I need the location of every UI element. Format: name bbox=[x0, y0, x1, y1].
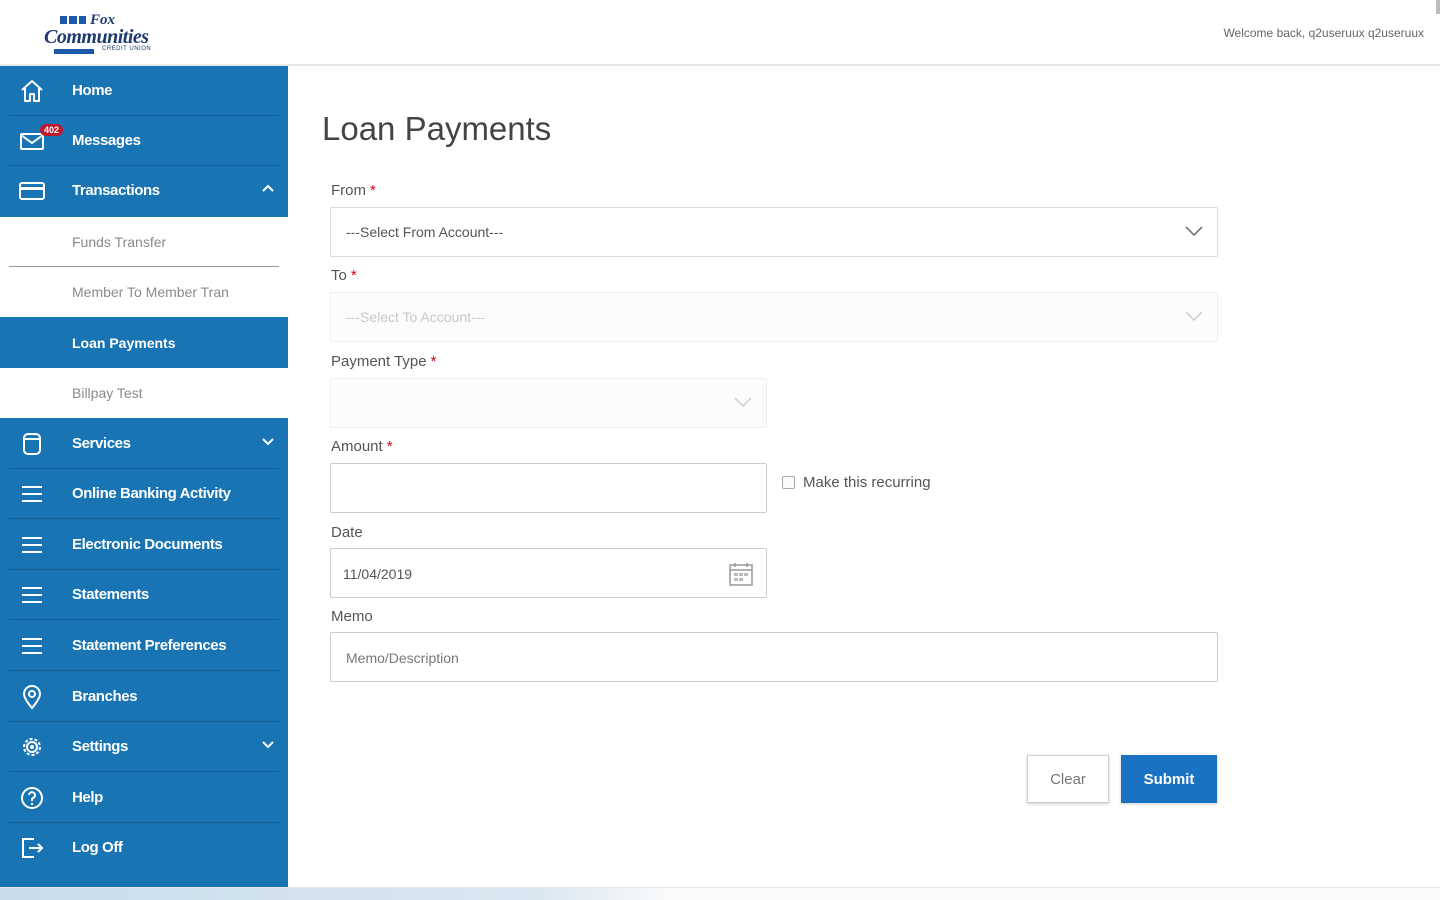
memo-label-text: Memo bbox=[331, 608, 373, 625]
divider bbox=[9, 771, 279, 772]
sidebar-subitem-label: Loan Payments bbox=[72, 335, 176, 351]
sidebar-item-statements[interactable]: Statements bbox=[0, 570, 288, 620]
sidebar-item-label: Services bbox=[72, 435, 131, 452]
menu-lines-icon bbox=[18, 481, 46, 507]
required-mark: * bbox=[350, 267, 357, 284]
chevron-down-icon bbox=[734, 397, 752, 408]
chevron-down-icon bbox=[1185, 226, 1203, 237]
sidebar-item-label: Home bbox=[72, 82, 113, 99]
sidebar-nav: Home 402 Messages Transactions Funds Tra… bbox=[0, 66, 288, 887]
amount-input[interactable] bbox=[330, 463, 767, 513]
chevron-down-icon bbox=[262, 438, 274, 446]
sidebar-item-label: Messages bbox=[72, 132, 141, 149]
sidebar-item-label: Statement Preferences bbox=[72, 637, 227, 654]
sidebar-subitem-member-to-member[interactable]: Member To Member Tran bbox=[0, 267, 288, 317]
sidebar-item-transactions[interactable]: Transactions bbox=[0, 166, 288, 216]
scrollbar-thumb[interactable] bbox=[0, 888, 670, 900]
amount-label: Amount * bbox=[331, 438, 393, 455]
required-mark: * bbox=[386, 438, 393, 455]
main-content: Loan Payments From * ---Select From Accou… bbox=[290, 68, 1440, 887]
chevron-down-icon bbox=[1185, 311, 1203, 322]
sidebar-item-log-off[interactable]: Log Off bbox=[0, 823, 288, 873]
recurring-checkbox[interactable] bbox=[782, 476, 795, 489]
sidebar-subitem-funds-transfer[interactable]: Funds Transfer bbox=[0, 217, 288, 267]
menu-lines-icon bbox=[18, 633, 46, 659]
logo-block bbox=[54, 49, 94, 54]
required-mark: * bbox=[430, 353, 437, 370]
from-label: From * bbox=[331, 182, 376, 199]
sidebar-item-online-banking-activity[interactable]: Online Banking Activity bbox=[0, 469, 288, 519]
amount-label-text: Amount bbox=[331, 438, 383, 455]
payment-type-label: Payment Type * bbox=[331, 353, 436, 370]
submit-button[interactable]: Submit bbox=[1121, 755, 1217, 803]
payment-type-label-text: Payment Type bbox=[331, 353, 427, 370]
sidebar-item-label: Online Banking Activity bbox=[72, 485, 231, 502]
sidebar-item-messages[interactable]: 402 Messages bbox=[0, 116, 288, 166]
from-account-placeholder: ---Select From Account--- bbox=[346, 224, 504, 240]
sidebar-subitem-billpay-test[interactable]: Billpay Test bbox=[0, 368, 288, 418]
to-account-placeholder: ---Select To Account--- bbox=[346, 309, 486, 325]
question-icon bbox=[18, 785, 46, 811]
from-account-select[interactable]: ---Select From Account--- bbox=[330, 207, 1218, 257]
memo-placeholder: Memo/Description bbox=[346, 650, 459, 666]
to-label: To * bbox=[331, 267, 357, 284]
page-title: Loan Payments bbox=[322, 110, 552, 147]
sidebar-item-label: Branches bbox=[72, 688, 138, 705]
sidebar-item-label: Log Off bbox=[72, 839, 123, 856]
divider bbox=[9, 518, 279, 519]
sidebar-item-label: Settings bbox=[72, 738, 128, 755]
sidebar-item-label: Electronic Documents bbox=[72, 536, 223, 553]
home-icon bbox=[18, 78, 46, 104]
sidebar-item-statement-preferences[interactable]: Statement Preferences bbox=[0, 621, 288, 671]
sidebar-subitem-label: Billpay Test bbox=[72, 385, 143, 401]
logout-icon bbox=[18, 835, 46, 861]
sidebar-subitem-label: Funds Transfer bbox=[72, 234, 167, 250]
bottom-scrollbar[interactable] bbox=[0, 887, 1440, 900]
gear-icon bbox=[18, 734, 46, 760]
memo-input[interactable]: Memo/Description bbox=[330, 632, 1218, 682]
credit-union-logo[interactable]: Fox Communities CREDIT UNION bbox=[42, 12, 157, 54]
sidebar-item-label: Transactions bbox=[72, 182, 160, 199]
sidebar-item-electronic-documents[interactable]: Electronic Documents bbox=[0, 520, 288, 570]
clear-button[interactable]: Clear bbox=[1027, 755, 1109, 803]
recurring-option[interactable]: Make this recurring bbox=[782, 474, 931, 491]
sidebar-item-label: Help bbox=[72, 789, 103, 806]
from-label-text: From bbox=[331, 182, 366, 199]
card-icon bbox=[18, 178, 46, 204]
chevron-down-icon bbox=[262, 741, 274, 749]
memo-label: Memo bbox=[331, 608, 373, 625]
to-label-text: To bbox=[331, 267, 347, 284]
sidebar-item-branches[interactable]: Branches bbox=[0, 672, 288, 722]
to-account-select[interactable]: ---Select To Account--- bbox=[330, 292, 1218, 342]
unread-badge: 402 bbox=[40, 124, 64, 136]
sidebar-item-help[interactable]: Help bbox=[0, 773, 288, 823]
top-header: Fox Communities CREDIT UNION Welcome bac… bbox=[0, 0, 1440, 66]
payment-type-select[interactable] bbox=[330, 378, 767, 428]
divider bbox=[9, 619, 279, 620]
menu-lines-icon bbox=[18, 582, 46, 608]
required-mark: * bbox=[370, 182, 376, 199]
menu-lines-icon bbox=[18, 532, 46, 558]
date-value: 11/04/2019 bbox=[343, 566, 413, 582]
cylinder-icon bbox=[18, 431, 46, 457]
date-label-text: Date bbox=[331, 524, 363, 541]
sidebar-item-services[interactable]: Services bbox=[0, 419, 288, 469]
recurring-label: Make this recurring bbox=[803, 474, 931, 491]
logo-bars bbox=[60, 16, 86, 24]
logo-line3: CREDIT UNION bbox=[102, 46, 152, 52]
chevron-up-icon bbox=[262, 184, 274, 192]
date-label: Date bbox=[331, 524, 363, 541]
location-pin-icon bbox=[18, 684, 46, 710]
sidebar-subitem-loan-payments[interactable]: Loan Payments bbox=[0, 318, 288, 368]
sidebar-subitem-label: Member To Member Tran bbox=[72, 284, 229, 300]
calendar-icon[interactable] bbox=[728, 561, 754, 587]
sidebar-item-home[interactable]: Home bbox=[0, 66, 288, 116]
welcome-message: Welcome back, q2useruux q2useruux bbox=[1223, 26, 1424, 40]
sidebar-item-settings[interactable]: Settings bbox=[0, 722, 288, 772]
sidebar-item-label: Statements bbox=[72, 586, 149, 603]
window-corner bbox=[1436, 0, 1440, 14]
date-input[interactable]: 11/04/2019 bbox=[330, 548, 767, 598]
divider bbox=[9, 670, 279, 671]
